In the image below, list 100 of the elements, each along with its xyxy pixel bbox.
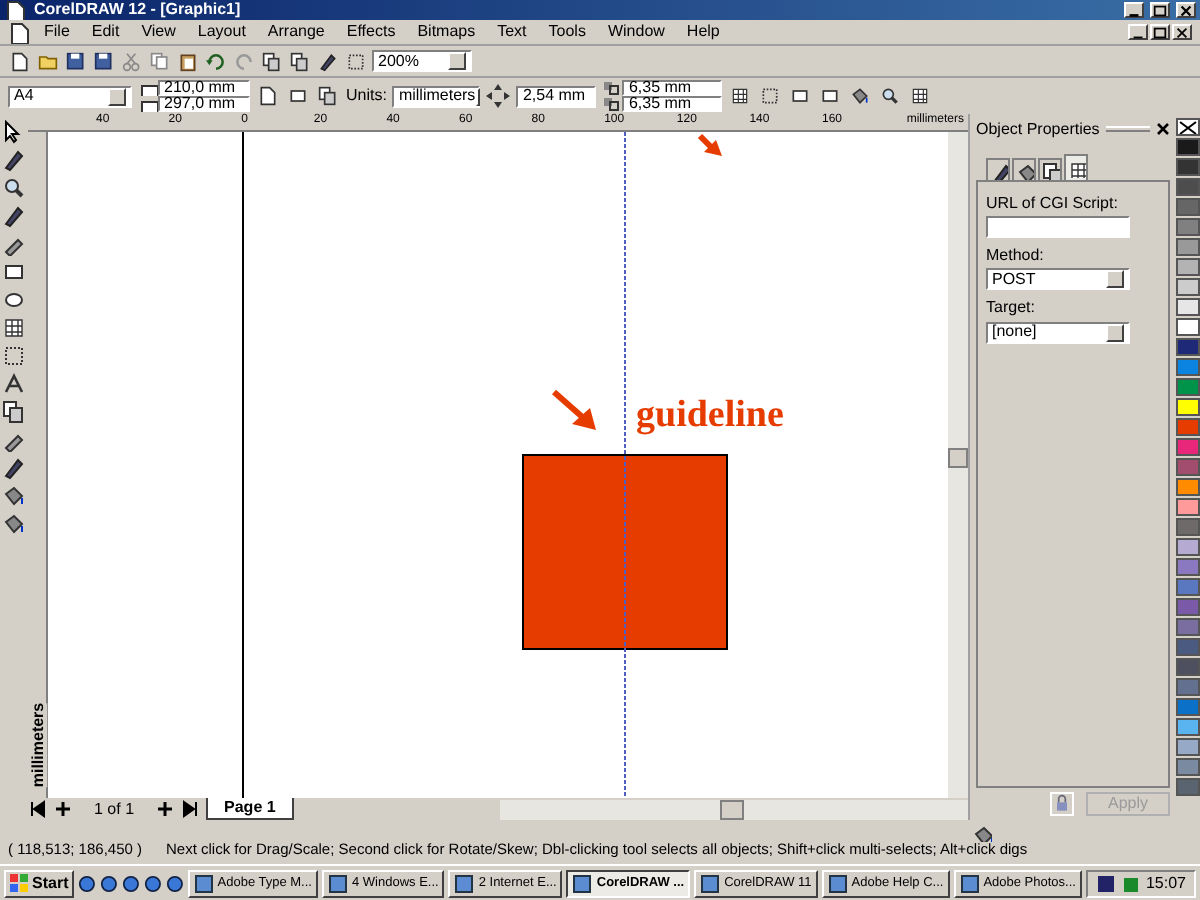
color-swatch[interactable] — [1176, 498, 1200, 516]
docker-tab[interactable] — [1012, 158, 1036, 180]
more-options-button[interactable] — [908, 84, 933, 108]
last-page-icon[interactable] — [180, 800, 201, 818]
all-pages-button[interactable] — [316, 84, 340, 108]
dropdown-field[interactable]: [none] — [986, 321, 1130, 344]
color-swatch[interactable] — [1176, 778, 1200, 796]
horizontal-scrollbar[interactable] — [499, 799, 968, 819]
docker-tab[interactable] — [1064, 154, 1088, 180]
menu-item[interactable]: Text — [487, 22, 537, 42]
tray-icon[interactable] — [1095, 873, 1116, 893]
menu-item[interactable]: Window — [597, 22, 675, 42]
paper-size-field[interactable]: A4 — [8, 85, 132, 107]
color-swatch[interactable] — [1176, 238, 1200, 256]
color-swatch[interactable] — [1176, 158, 1200, 176]
save-button[interactable] — [64, 49, 88, 73]
nudge-field[interactable]: 2,54 mm — [516, 85, 597, 107]
add-page-icon[interactable] — [156, 800, 175, 818]
color-swatch[interactable] — [1176, 718, 1200, 736]
color-swatch[interactable] — [1176, 538, 1200, 556]
export-button[interactable] — [288, 49, 312, 73]
page-tab[interactable]: Page 1 — [206, 798, 294, 820]
new-document-button[interactable] — [8, 49, 32, 73]
pick-tool-icon[interactable] — [2, 120, 26, 144]
menu-item[interactable]: Edit — [81, 22, 130, 42]
color-swatch[interactable] — [1176, 138, 1200, 156]
duplicate-x-field[interactable]: 6,35 mm — [622, 80, 723, 96]
text-tool-icon[interactable] — [2, 372, 26, 396]
color-swatch[interactable] — [1176, 458, 1200, 476]
snap-to-grid-button[interactable] — [728, 84, 753, 108]
no-color-swatch[interactable] — [1176, 118, 1200, 136]
color-swatch[interactable] — [1176, 698, 1200, 716]
treat-as-filled-button[interactable] — [848, 84, 873, 108]
color-swatch[interactable] — [1176, 338, 1200, 356]
landscape-button[interactable] — [286, 84, 310, 108]
menu-item[interactable]: Layout — [187, 22, 256, 42]
color-swatch[interactable] — [1176, 738, 1200, 756]
color-swatch[interactable] — [1176, 578, 1200, 596]
color-swatch[interactable] — [1176, 258, 1200, 276]
menu-item[interactable]: Help — [676, 22, 730, 42]
color-swatch[interactable] — [1176, 618, 1200, 636]
color-swatch[interactable] — [1176, 478, 1200, 496]
options-button[interactable] — [878, 84, 903, 108]
polygon-tool-icon[interactable] — [2, 344, 26, 368]
color-swatch[interactable] — [1176, 178, 1200, 196]
color-swatch[interactable] — [1176, 558, 1200, 576]
docker-tab[interactable] — [986, 158, 1010, 180]
rectangle-tool-icon[interactable] — [2, 260, 26, 284]
add-page-icon[interactable] — [54, 800, 72, 818]
portrait-button[interactable] — [256, 84, 280, 108]
color-swatch[interactable] — [1176, 358, 1200, 376]
menu-item[interactable]: Tools — [538, 22, 596, 42]
first-page-icon[interactable] — [28, 800, 48, 818]
outline-icon[interactable] — [2, 456, 26, 480]
graph-paper-icon[interactable] — [2, 316, 26, 340]
minimize-button[interactable] — [1128, 24, 1148, 40]
menu-item[interactable]: File — [34, 22, 80, 42]
square-shape[interactable] — [522, 454, 728, 650]
color-swatch[interactable] — [1176, 378, 1200, 396]
ellipse-tool-icon[interactable] — [2, 288, 26, 312]
color-swatch[interactable] — [1176, 398, 1200, 416]
shape-tool-icon[interactable] — [2, 148, 26, 172]
freehand-tool-icon[interactable] — [2, 204, 26, 228]
color-swatch[interactable] — [1176, 318, 1200, 336]
fill-icon[interactable] — [2, 484, 26, 508]
color-swatch[interactable] — [1176, 598, 1200, 616]
color-swatch[interactable] — [1176, 518, 1200, 536]
color-swatch[interactable] — [1176, 758, 1200, 776]
color-swatch[interactable] — [1176, 638, 1200, 656]
import-button[interactable] — [260, 49, 284, 73]
color-swatch[interactable] — [1176, 678, 1200, 696]
color-swatch[interactable] — [1176, 198, 1200, 216]
menu-item[interactable]: View — [131, 22, 186, 42]
snap-to-guidelines-button[interactable] — [758, 84, 783, 108]
close-button[interactable] — [1156, 122, 1170, 136]
vertical-scrollbar[interactable] — [948, 132, 968, 798]
undo-button[interactable] — [204, 49, 228, 73]
start-button[interactable]: Start — [4, 869, 75, 897]
color-swatch[interactable] — [1176, 418, 1200, 436]
color-swatch[interactable] — [1176, 658, 1200, 676]
color-swatch[interactable] — [1176, 218, 1200, 236]
snap-to-objects-button[interactable] — [788, 84, 813, 108]
zoom-field[interactable]: 200% — [372, 50, 472, 72]
color-swatch[interactable] — [1176, 298, 1200, 316]
menu-item[interactable]: Effects — [336, 22, 406, 42]
color-swatch[interactable] — [1176, 278, 1200, 296]
menu-item[interactable]: Bitmaps — [407, 22, 486, 42]
guideline[interactable] — [624, 132, 626, 798]
text-field[interactable] — [986, 216, 1130, 239]
minimize-button[interactable] — [1124, 2, 1144, 18]
lock-button[interactable] — [1049, 792, 1074, 816]
docker-tab[interactable] — [1038, 158, 1062, 180]
dynamic-guides-button[interactable] — [818, 84, 843, 108]
interactive-fill-icon[interactable] — [2, 512, 26, 536]
dropdown-field[interactable]: POST — [986, 268, 1130, 291]
duplicate-y-field[interactable]: 6,35 mm — [622, 96, 723, 112]
paste-button[interactable] — [176, 49, 200, 73]
menu-item[interactable]: Arrange — [257, 22, 335, 42]
color-swatch[interactable] — [1176, 438, 1200, 456]
units-field[interactable]: millimeters — [392, 85, 481, 107]
